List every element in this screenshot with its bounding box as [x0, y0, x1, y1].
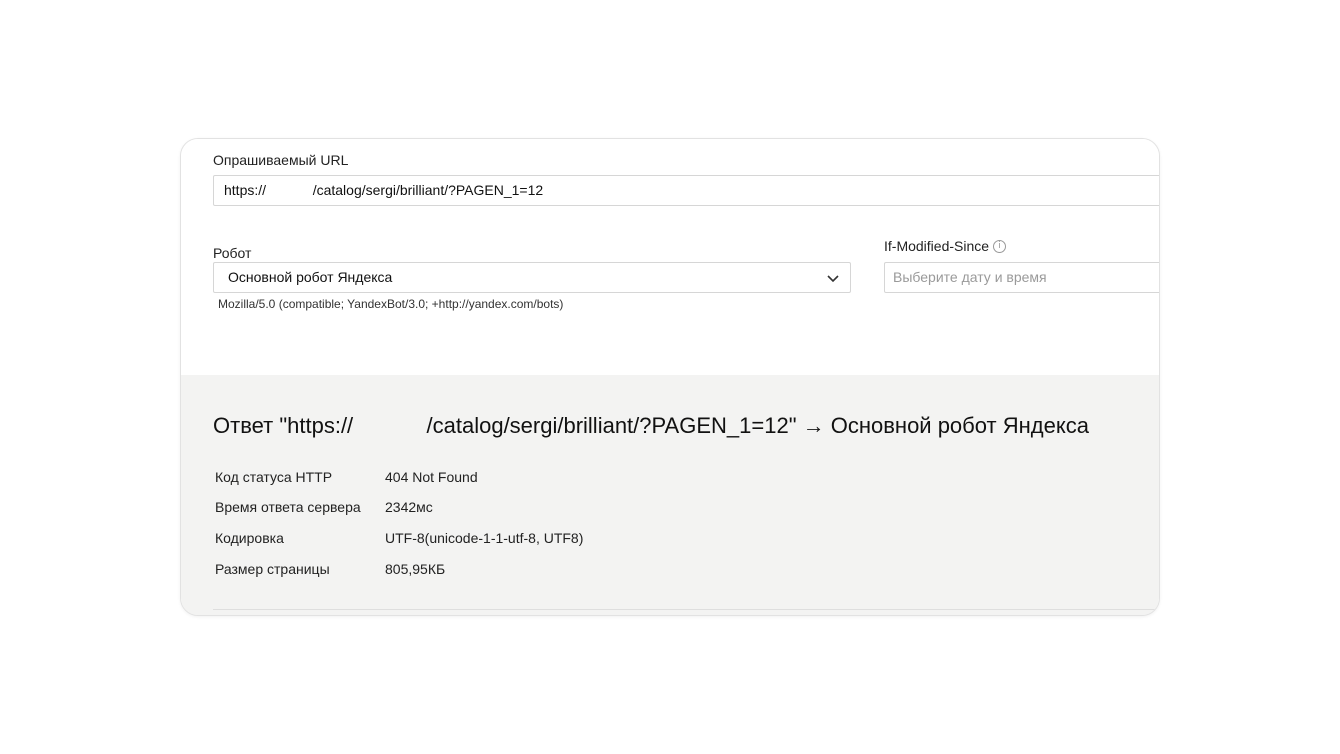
- info-icon[interactable]: i: [993, 239, 1007, 253]
- result-key: Код статуса HTTP: [215, 469, 333, 485]
- response-title: Ответ "https:// /catalog/sergi/brilliant…: [213, 413, 1089, 438]
- result-value: 805,95КБ: [385, 561, 446, 577]
- result-key: Кодировка: [215, 530, 284, 546]
- response-result-panel: Ответ "https:// /catalog/sergi/brilliant…: [181, 375, 1159, 615]
- url-input[interactable]: https:// /catalog/sergi/brilliant/?PAGEN…: [213, 175, 1159, 206]
- user-agent-text: Mozilla/5.0 (compatible; YandexBot/3.0; …: [218, 297, 564, 311]
- robot-label: Робот: [213, 245, 252, 261]
- result-value: 2342мс: [385, 499, 433, 515]
- date-time-input[interactable]: Выберите дату и время: [884, 262, 1159, 293]
- chevron-down-icon: [827, 275, 839, 283]
- divider: [213, 609, 1159, 610]
- server-response-check-card: Опрашиваемый URL https:// /catalog/sergi…: [180, 138, 1160, 616]
- robot-select[interactable]: Основной робот Яндекса: [213, 262, 851, 293]
- result-value: UTF-8(unicode-1-1-utf-8, UTF8): [385, 530, 584, 546]
- result-key: Размер страницы: [215, 561, 330, 577]
- url-label: Опрашиваемый URL: [213, 152, 349, 168]
- result-key: Время ответа сервера: [215, 499, 361, 515]
- if-modified-since-label-text: If-Modified-Since: [884, 238, 990, 254]
- robot-select-value: Основной робот Яндекса: [228, 269, 393, 285]
- if-modified-since-label: If-Modified-Since i: [884, 238, 1007, 254]
- result-value: 404 Not Found: [385, 469, 478, 485]
- request-form: Опрашиваемый URL https:// /catalog/sergi…: [181, 139, 1159, 375]
